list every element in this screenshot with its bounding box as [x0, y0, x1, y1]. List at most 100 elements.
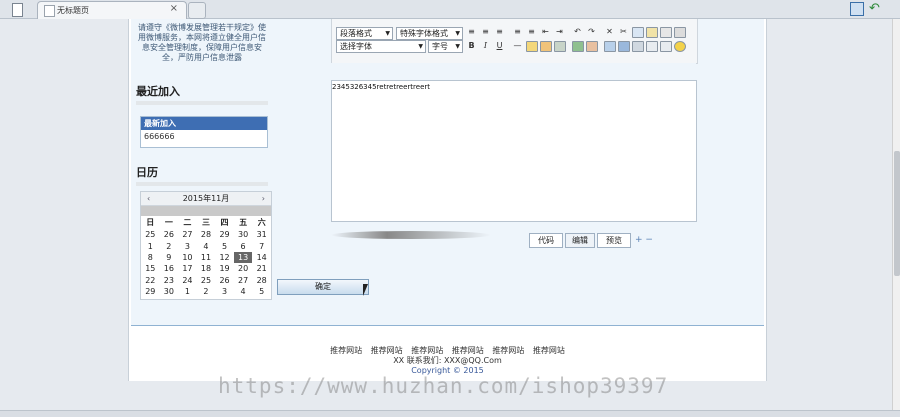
paste-icon[interactable] — [660, 27, 672, 38]
insert-image-icon[interactable] — [540, 41, 552, 52]
ordered-list-icon[interactable]: ≡ — [512, 27, 523, 37]
calendar-day[interactable]: 3 — [178, 240, 197, 251]
scrollbar-thumb[interactable] — [894, 151, 900, 276]
font-size-select[interactable]: 字号 ▼ — [428, 40, 463, 53]
insert-box-icon[interactable] — [660, 41, 672, 52]
footer-link[interactable]: 推荐网站 — [411, 346, 443, 355]
calendar-day[interactable]: 20 — [234, 263, 253, 274]
calendar-day[interactable]: 7 — [252, 240, 271, 251]
redo-icon[interactable]: ↷ — [586, 27, 597, 37]
insert-link-icon[interactable] — [604, 41, 616, 52]
align-right-icon[interactable]: ≡ — [494, 27, 505, 37]
insert-frame-icon[interactable] — [646, 41, 658, 52]
calendar-day[interactable]: 6 — [234, 240, 253, 251]
calendar-day[interactable]: 28 — [197, 229, 216, 240]
footer-link[interactable]: 推荐网站 — [492, 346, 524, 355]
calendar-day[interactable]: 3 — [215, 286, 234, 297]
calendar-day[interactable]: 29 — [215, 229, 234, 240]
page-icon[interactable] — [12, 3, 23, 17]
calendar-day[interactable]: 1 — [178, 286, 197, 297]
calendar-day[interactable]: 16 — [160, 263, 179, 274]
unordered-list-icon[interactable]: ≡ — [526, 27, 537, 37]
calendar-day[interactable]: 26 — [215, 275, 234, 286]
recent-user-link[interactable]: 666666 — [141, 130, 267, 144]
background-color-icon[interactable] — [586, 41, 598, 52]
italic-button[interactable]: I — [480, 41, 491, 51]
weekday: 四 — [220, 218, 229, 227]
footer-link[interactable]: 推荐网站 — [452, 346, 484, 355]
calendar-day[interactable]: 1 — [141, 240, 160, 251]
vertical-scrollbar[interactable] — [892, 19, 900, 412]
home-icon[interactable] — [850, 2, 864, 16]
calendar-day[interactable]: 10 — [178, 252, 197, 263]
calendar-day[interactable]: 26 — [160, 229, 179, 240]
tab-edit[interactable]: 编辑 — [565, 233, 595, 248]
calendar-day[interactable]: 29 — [141, 286, 160, 297]
new-tab-button[interactable] — [188, 2, 206, 19]
special-format-select[interactable]: 特殊字体格式 ▼ — [396, 27, 463, 40]
footer-link[interactable]: 推荐网站 — [330, 346, 362, 355]
calendar-day[interactable]: 30 — [160, 286, 179, 297]
paragraph-format-select[interactable]: 段落格式 ▼ — [336, 27, 393, 40]
calendar-day[interactable]: 24 — [178, 275, 197, 286]
underline-button[interactable]: U — [494, 41, 505, 51]
cut-icon[interactable]: ✂ — [618, 27, 629, 37]
horizontal-rule-icon[interactable]: — — [512, 41, 523, 51]
print-icon[interactable] — [674, 27, 686, 38]
insert-table-icon[interactable] — [632, 41, 644, 52]
editor-content-area[interactable]: 2345326345retretreertreert — [331, 80, 697, 222]
footer-link[interactable]: 推荐网站 — [533, 346, 565, 355]
calendar-day[interactable]: 21 — [252, 263, 271, 274]
copy-icon[interactable] — [646, 27, 658, 38]
footer-link[interactable]: 推荐网站 — [371, 346, 403, 355]
browser-tab[interactable]: 无标题页 × — [37, 1, 187, 19]
calendar-day[interactable]: 4 — [197, 240, 216, 251]
next-month-button[interactable]: › — [262, 192, 265, 205]
calendar-day[interactable]: 22 — [141, 275, 160, 286]
editor-resize-icon[interactable]: + − — [635, 235, 653, 245]
delete-icon[interactable]: ✕ — [604, 27, 615, 37]
emoticon-icon[interactable] — [674, 41, 686, 52]
bold-button[interactable]: B — [466, 41, 477, 51]
calendar-day[interactable]: 14 — [252, 252, 271, 263]
insert-folder-icon[interactable] — [526, 41, 538, 52]
calendar-day[interactable]: 8 — [141, 252, 160, 263]
calendar-day[interactable]: 15 — [141, 263, 160, 274]
calendar-day[interactable]: 17 — [178, 263, 197, 274]
font-color-icon[interactable] — [572, 41, 584, 52]
calendar-day[interactable]: 25 — [141, 229, 160, 240]
back-arrow-icon[interactable]: ↶ — [869, 1, 880, 16]
tab-code[interactable]: 代码 — [529, 233, 563, 248]
submit-button[interactable]: 确定 — [277, 279, 369, 295]
calendar-day[interactable]: 25 — [197, 275, 216, 286]
tab-preview[interactable]: 预览 — [597, 233, 631, 248]
calendar-day[interactable]: 5 — [252, 286, 271, 297]
find-icon[interactable] — [632, 27, 644, 38]
calendar-day[interactable]: 12 — [215, 252, 234, 263]
calendar-day[interactable]: 5 — [215, 240, 234, 251]
align-left-icon[interactable]: ≡ — [466, 27, 477, 37]
undo-icon[interactable]: ↶ — [572, 27, 583, 37]
insert-media-icon[interactable] — [618, 41, 630, 52]
calendar-day[interactable]: 27 — [234, 275, 253, 286]
calendar-day[interactable]: 27 — [178, 229, 197, 240]
calendar-day-today[interactable]: 13 — [233, 251, 253, 264]
calendar-day[interactable]: 9 — [160, 252, 179, 263]
tab-close-icon[interactable]: × — [170, 3, 178, 14]
outdent-icon[interactable]: ⇤ — [540, 27, 551, 37]
calendar-day[interactable]: 31 — [252, 229, 271, 240]
calendar-day[interactable]: 18 — [197, 263, 216, 274]
calendar-day[interactable]: 30 — [234, 229, 253, 240]
indent-icon[interactable]: ⇥ — [554, 27, 565, 37]
font-family-select[interactable]: 选择字体 ▼ — [336, 40, 426, 53]
calendar-day[interactable]: 23 — [160, 275, 179, 286]
calendar-day[interactable]: 11 — [197, 252, 216, 263]
calendar-day[interactable]: 19 — [215, 263, 234, 274]
align-center-icon[interactable]: ≡ — [480, 27, 491, 37]
calendar-day[interactable]: 28 — [252, 275, 271, 286]
insert-object-icon[interactable] — [554, 41, 566, 52]
prev-month-button[interactable]: ‹ — [147, 192, 150, 205]
calendar-day[interactable]: 2 — [160, 240, 179, 251]
calendar-day[interactable]: 2 — [197, 286, 216, 297]
calendar-day[interactable]: 4 — [234, 286, 253, 297]
